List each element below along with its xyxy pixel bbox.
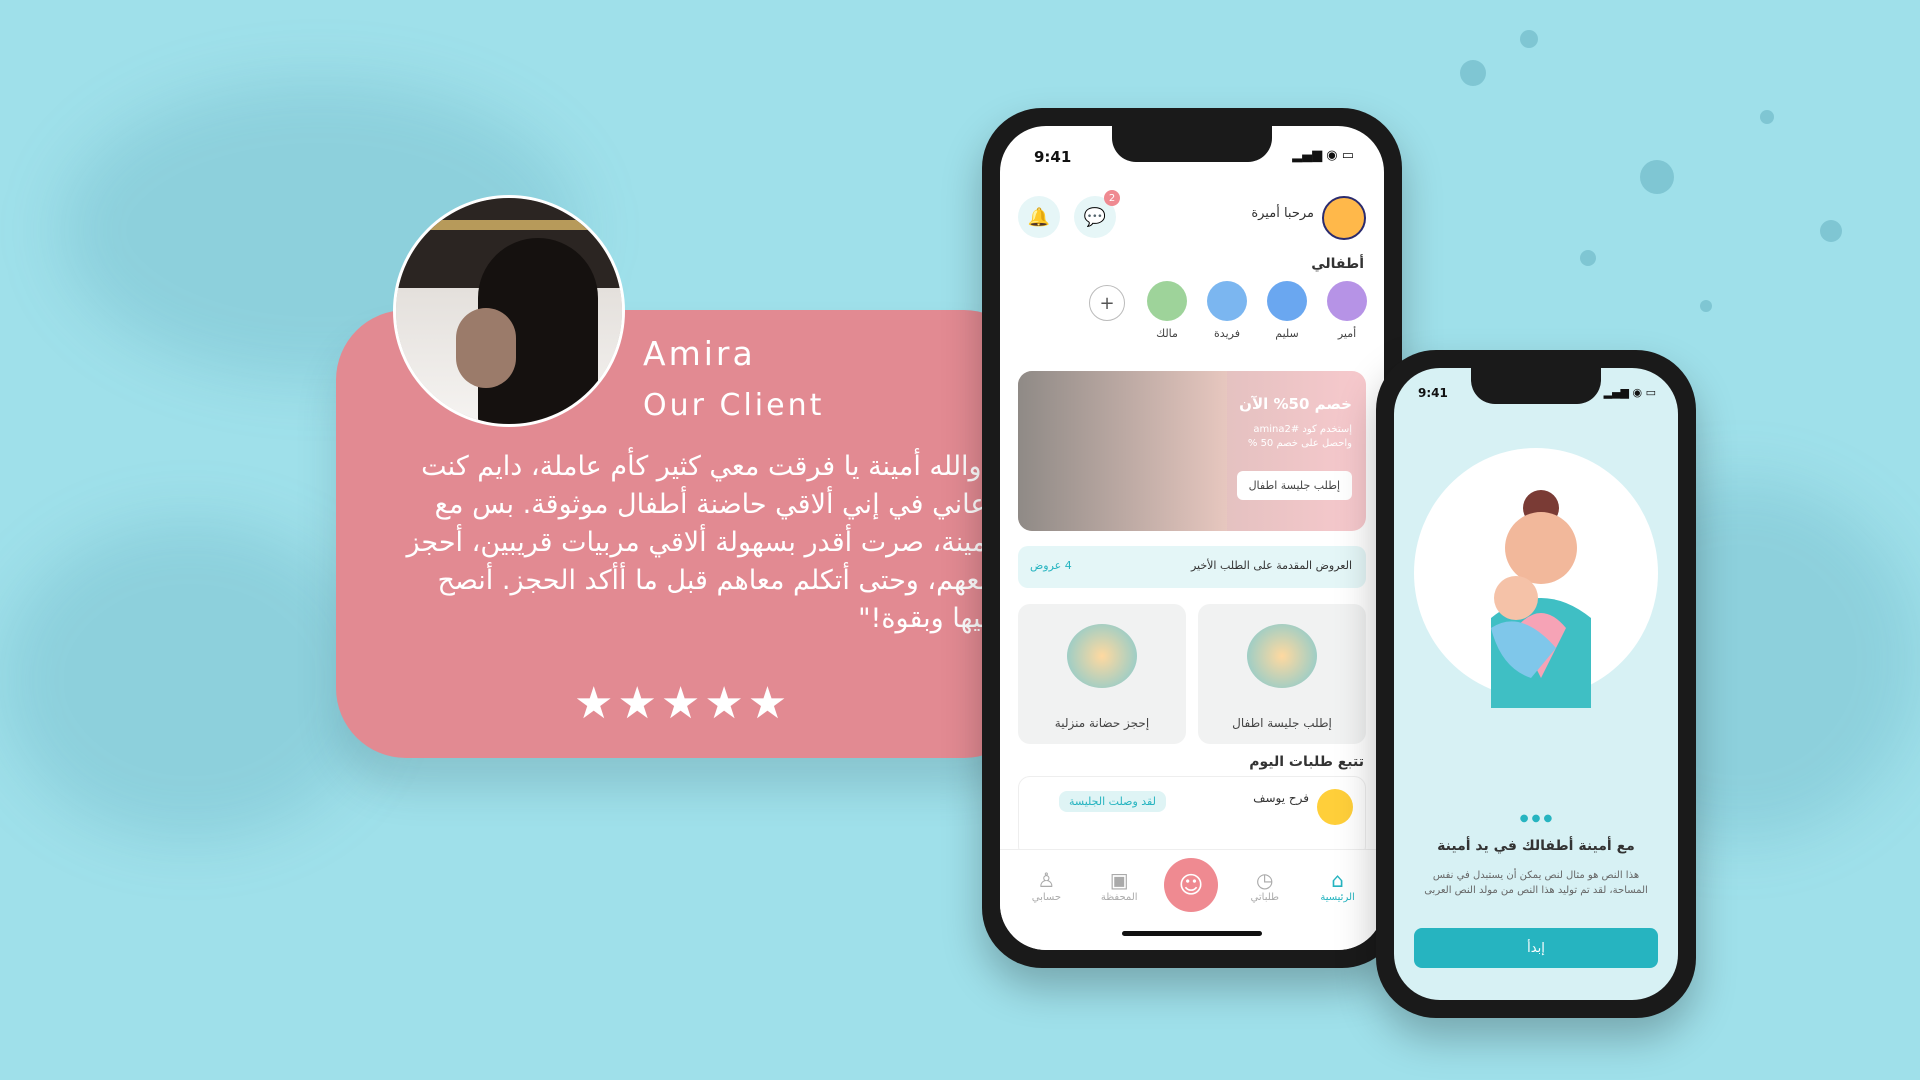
clock-icon: ◷ bbox=[1256, 868, 1274, 892]
nav-label: المحفظة bbox=[1100, 892, 1138, 903]
tile-label: إطلب جليسة اطفال bbox=[1232, 716, 1332, 730]
background-splatter bbox=[1580, 250, 1596, 266]
baby-icon[interactable]: ☺ bbox=[1163, 858, 1218, 912]
bottom-nav: ⌂ الرئيسية ◷ طلباتي ☺ ▣ المحفظة ♙ حسابي bbox=[1000, 849, 1384, 950]
home-icon: ⌂ bbox=[1331, 868, 1344, 892]
message-badge: 2 bbox=[1104, 190, 1120, 206]
kids-title: أطفالي bbox=[1311, 256, 1364, 272]
nav-wallet[interactable]: ▣ المحفظة bbox=[1091, 868, 1147, 912]
user-icon: ♙ bbox=[1037, 868, 1056, 892]
sitter-name: فرح يوسف bbox=[1253, 791, 1309, 805]
kid-name: سليم bbox=[1275, 327, 1299, 340]
child-photo bbox=[456, 308, 516, 388]
kid-item[interactable]: مالك bbox=[1144, 281, 1190, 340]
kid-item[interactable]: فريدة bbox=[1204, 281, 1250, 340]
kid-item[interactable]: أمير bbox=[1324, 281, 1370, 340]
nav-center[interactable]: ☺ bbox=[1163, 858, 1220, 912]
onboarding-title: مع أمينة أطفالك في يد أمينة bbox=[1437, 838, 1635, 854]
kid-avatar bbox=[1147, 281, 1187, 321]
kid-name: فريدة bbox=[1214, 327, 1240, 340]
onboarding-body: هذا النص هو مثال لنص يمكن أن يستبدل في ن… bbox=[1424, 870, 1648, 896]
nav-label: الرئيسية bbox=[1320, 892, 1355, 903]
background-splatter bbox=[1700, 300, 1712, 312]
banner-subtitle: إستخدم كود #amina2 واحصل على خصم 50 % bbox=[1247, 424, 1352, 449]
background-splatter bbox=[1820, 220, 1842, 242]
wallet-icon: ▣ bbox=[1109, 868, 1129, 892]
mother-baby-illustration bbox=[1491, 490, 1591, 708]
nav-account[interactable]: ♙ حسابي bbox=[1018, 868, 1074, 912]
status-icons: ▂▄▆ ◉ ▭ bbox=[1292, 148, 1354, 163]
phone-onboarding-screen: 9:41 ▂▄▆ ◉ ▭ ● ● ● مع أمينة أطفالك في يد… bbox=[1376, 350, 1696, 1018]
status-icons: ▂▄▆ ◉ ▭ bbox=[1603, 386, 1656, 399]
banner-button[interactable]: إطلب جليسة اطفال bbox=[1236, 471, 1352, 500]
add-kid-button[interactable]: + bbox=[1089, 285, 1125, 321]
status-time: 9:41 bbox=[1034, 148, 1072, 166]
background-splatter bbox=[1760, 110, 1774, 124]
home-indicator bbox=[1122, 931, 1262, 936]
tile-label: إحجز حضانة منزلية bbox=[1054, 716, 1150, 730]
babysitter-illustration bbox=[1247, 624, 1317, 688]
kid-item[interactable]: سليم bbox=[1264, 281, 1310, 340]
background-splatter bbox=[1520, 30, 1538, 48]
sitter-avatar bbox=[1317, 789, 1353, 825]
client-name: Amira bbox=[643, 334, 756, 373]
bell-icon[interactable]: 🔔 bbox=[1018, 196, 1060, 238]
kid-avatar bbox=[1327, 281, 1367, 321]
nav-label: طلباتي bbox=[1250, 892, 1279, 903]
background-shadow bbox=[0, 520, 380, 840]
nursery-illustration bbox=[1067, 624, 1137, 688]
book-nursery-tile[interactable]: إحجز حضانة منزلية bbox=[1018, 604, 1186, 744]
rating-stars-icon: ★★★★★ bbox=[574, 678, 792, 729]
kid-name: مالك bbox=[1156, 327, 1178, 340]
start-button[interactable]: إبدأ bbox=[1414, 928, 1658, 968]
offers-title: العروض المقدمة على الطلب الأخير bbox=[1190, 559, 1352, 572]
book-babysitter-tile[interactable]: إطلب جليسة اطفال bbox=[1198, 604, 1366, 744]
chat-icon[interactable]: 💬 2 bbox=[1074, 190, 1120, 238]
banner-photo bbox=[1018, 371, 1227, 531]
client-avatar bbox=[393, 195, 625, 427]
offers-bar[interactable]: العروض المقدمة على الطلب الأخير 4 عروض bbox=[1018, 546, 1366, 588]
background-splatter bbox=[1640, 160, 1674, 194]
nav-home[interactable]: ⌂ الرئيسية bbox=[1310, 868, 1366, 912]
request-status: لقد وصلت الجليسة bbox=[1059, 791, 1166, 812]
testimonial-quote: "والله أمينة يا فرقت معي كثير كأم عاملة،… bbox=[406, 451, 994, 634]
banner-title: خصم 50% الآن bbox=[1239, 395, 1352, 413]
status-time: 9:41 bbox=[1418, 386, 1448, 400]
kid-name: أمير bbox=[1337, 327, 1357, 340]
promo-banner[interactable]: خصم 50% الآن إستخدم كود #amina2 واحصل عل… bbox=[1018, 371, 1366, 531]
phone-screen: 9:41 ▂▄▆ ◉ ▭ ● ● ● مع أمينة أطفالك في يد… bbox=[1394, 368, 1678, 1000]
nav-requests[interactable]: ◷ طلباتي bbox=[1237, 868, 1293, 912]
track-title: تتبع طلبات اليوم bbox=[1249, 754, 1364, 770]
user-avatar[interactable] bbox=[1322, 196, 1366, 240]
kid-avatar bbox=[1267, 281, 1307, 321]
phone-notch bbox=[1112, 126, 1272, 162]
page-dots: ● ● ● bbox=[1519, 813, 1553, 824]
greeting-text: مرحبا أميرة bbox=[1251, 206, 1314, 221]
kids-list: أمير سليم فريدة مالك + bbox=[1084, 281, 1370, 340]
kid-avatar bbox=[1207, 281, 1247, 321]
track-request-card[interactable]: فرح يوسف لقد وصلت الجليسة bbox=[1018, 776, 1366, 858]
nav-label: حسابي bbox=[1031, 892, 1062, 903]
background-splatter bbox=[1460, 60, 1486, 86]
phone-screen: 9:41 ▂▄▆ ◉ ▭ 🔔 💬 2 مرحبا أميرة أطفالي أم… bbox=[1000, 126, 1384, 950]
phone-home-screen: 9:41 ▂▄▆ ◉ ▭ 🔔 💬 2 مرحبا أميرة أطفالي أم… bbox=[982, 108, 1402, 968]
phone-notch bbox=[1471, 368, 1601, 404]
offers-count: 4 عروض bbox=[1030, 559, 1072, 572]
client-role: Our Client bbox=[643, 388, 825, 423]
